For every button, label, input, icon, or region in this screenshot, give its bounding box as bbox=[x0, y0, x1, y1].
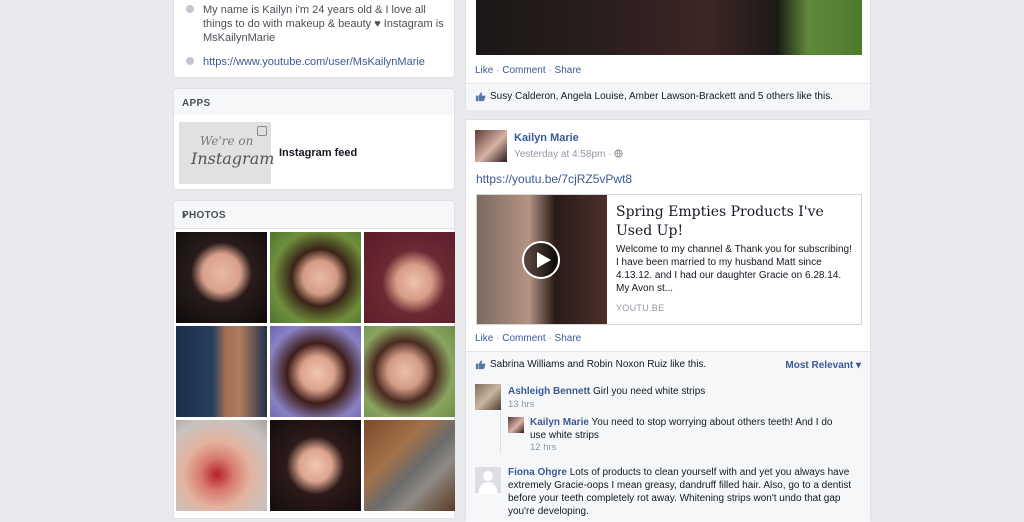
photo-thumbnail[interactable] bbox=[364, 326, 455, 417]
reply-comment: Kailyn Marie You need to stop worrying a… bbox=[530, 416, 840, 442]
like-link[interactable]: Like bbox=[475, 65, 493, 76]
photo-thumbnail[interactable] bbox=[270, 420, 361, 511]
link-preview-title[interactable]: Spring Empties Products I've Used Up! bbox=[616, 203, 856, 241]
apps-card: We're on Instagram Instagram feed bbox=[173, 115, 455, 190]
author-avatar[interactable] bbox=[475, 130, 507, 162]
separator: · bbox=[548, 65, 552, 76]
camera-icon bbox=[257, 126, 267, 136]
comment-text: Girl you need white strips bbox=[593, 386, 706, 397]
separator: · bbox=[496, 65, 500, 76]
share-link[interactable]: Share bbox=[555, 333, 582, 344]
post-author[interactable]: Kailyn Marie bbox=[514, 132, 579, 144]
apps-header: APPS bbox=[173, 88, 455, 116]
reply-avatar[interactable] bbox=[508, 417, 524, 433]
link-preview-source: YOUTU.BE bbox=[616, 303, 665, 313]
photo-thumbnail[interactable] bbox=[364, 232, 455, 323]
apps-heading: APPS bbox=[182, 98, 211, 109]
instagram-thumb-line2: Instagram bbox=[191, 149, 275, 168]
comment-author[interactable]: Kailyn Marie bbox=[530, 417, 589, 428]
post-card-previous: Like · Comment · Share Susy Calderon, An… bbox=[465, 0, 871, 110]
post-url-link[interactable]: https://youtu.be/7cjRZ5vPwt8 bbox=[476, 172, 632, 186]
photo-thumbnail[interactable] bbox=[176, 420, 267, 511]
comment: Ashleigh Bennett Girl you need white str… bbox=[508, 385, 858, 398]
info-bullet-icon bbox=[186, 5, 194, 13]
comment: Fiona Ohgre Lots of products to clean yo… bbox=[508, 466, 863, 518]
globe-icon bbox=[186, 57, 194, 65]
chevron-right-icon[interactable]: › bbox=[182, 206, 445, 222]
photos-grid bbox=[173, 229, 455, 519]
photo-thumbnail[interactable] bbox=[270, 326, 361, 417]
separator: · bbox=[548, 333, 552, 344]
commenter-avatar[interactable] bbox=[475, 384, 501, 410]
comment-link[interactable]: Comment bbox=[502, 333, 545, 344]
photo-thumbnail[interactable] bbox=[270, 232, 361, 323]
comment-author[interactable]: Ashleigh Bennett bbox=[508, 386, 590, 397]
post-actions: Like · Comment · Share bbox=[475, 65, 581, 76]
most-relevant-dropdown[interactable]: Most Relevant ▾ bbox=[785, 360, 861, 371]
instagram-thumb-line1: We're on bbox=[200, 134, 254, 148]
comment-timestamp[interactable]: 12 hrs bbox=[530, 442, 556, 453]
post-card: Kailyn Marie Yesterday at 4:58pm · https… bbox=[465, 119, 871, 522]
photo-thumbnail[interactable] bbox=[176, 232, 267, 323]
separator: · bbox=[496, 333, 500, 344]
photos-header[interactable]: PHOTOS › bbox=[173, 200, 455, 229]
share-link[interactable]: Share bbox=[555, 65, 582, 76]
link-preview[interactable]: Spring Empties Products I've Used Up! We… bbox=[476, 194, 862, 325]
intro-card: My name is Kailyn i'm 24 years old & I l… bbox=[173, 0, 455, 78]
comment-link[interactable]: Comment bbox=[502, 65, 545, 76]
link-preview-description: Welcome to my channel & Thank you for su… bbox=[616, 244, 852, 294]
play-icon[interactable] bbox=[522, 241, 560, 279]
reply-thread-line bbox=[500, 412, 501, 454]
globe-icon bbox=[614, 149, 623, 158]
like-link[interactable]: Like bbox=[475, 333, 493, 344]
likes-text[interactable]: Sabrina Williams and Robin Noxon Ruiz li… bbox=[490, 359, 706, 370]
thumbs-up-icon bbox=[475, 360, 486, 370]
photo-thumbnail[interactable] bbox=[176, 326, 267, 417]
thumbs-up-icon bbox=[475, 92, 486, 102]
comments-section: Sabrina Williams and Robin Noxon Ruiz li… bbox=[466, 351, 870, 522]
post-photo[interactable] bbox=[476, 0, 862, 55]
post-actions: Like · Comment · Share bbox=[475, 333, 581, 344]
post-timestamp[interactable]: Yesterday at 4:58pm · bbox=[514, 149, 623, 160]
comment-timestamp[interactable]: 13 hrs bbox=[508, 399, 534, 410]
website-link[interactable]: https://www.youtube.com/user/MsKailynMar… bbox=[203, 55, 448, 69]
instagram-feed-link[interactable]: Instagram feed bbox=[279, 147, 357, 159]
instagram-app-thumbnail[interactable]: We're on Instagram bbox=[179, 122, 275, 184]
post-time-text: Yesterday at 4:58pm · bbox=[514, 149, 615, 160]
default-avatar-icon[interactable] bbox=[475, 467, 501, 494]
photo-thumbnail[interactable] bbox=[364, 420, 455, 511]
likes-text[interactable]: Susy Calderon, Angela Louise, Amber Laws… bbox=[490, 91, 833, 102]
comment-author[interactable]: Fiona Ohgre bbox=[508, 467, 567, 478]
bio-text: My name is Kailyn i'm 24 years old & I l… bbox=[203, 4, 444, 44]
likes-summary: Susy Calderon, Angela Louise, Amber Laws… bbox=[466, 83, 870, 110]
video-thumbnail[interactable] bbox=[477, 195, 607, 324]
